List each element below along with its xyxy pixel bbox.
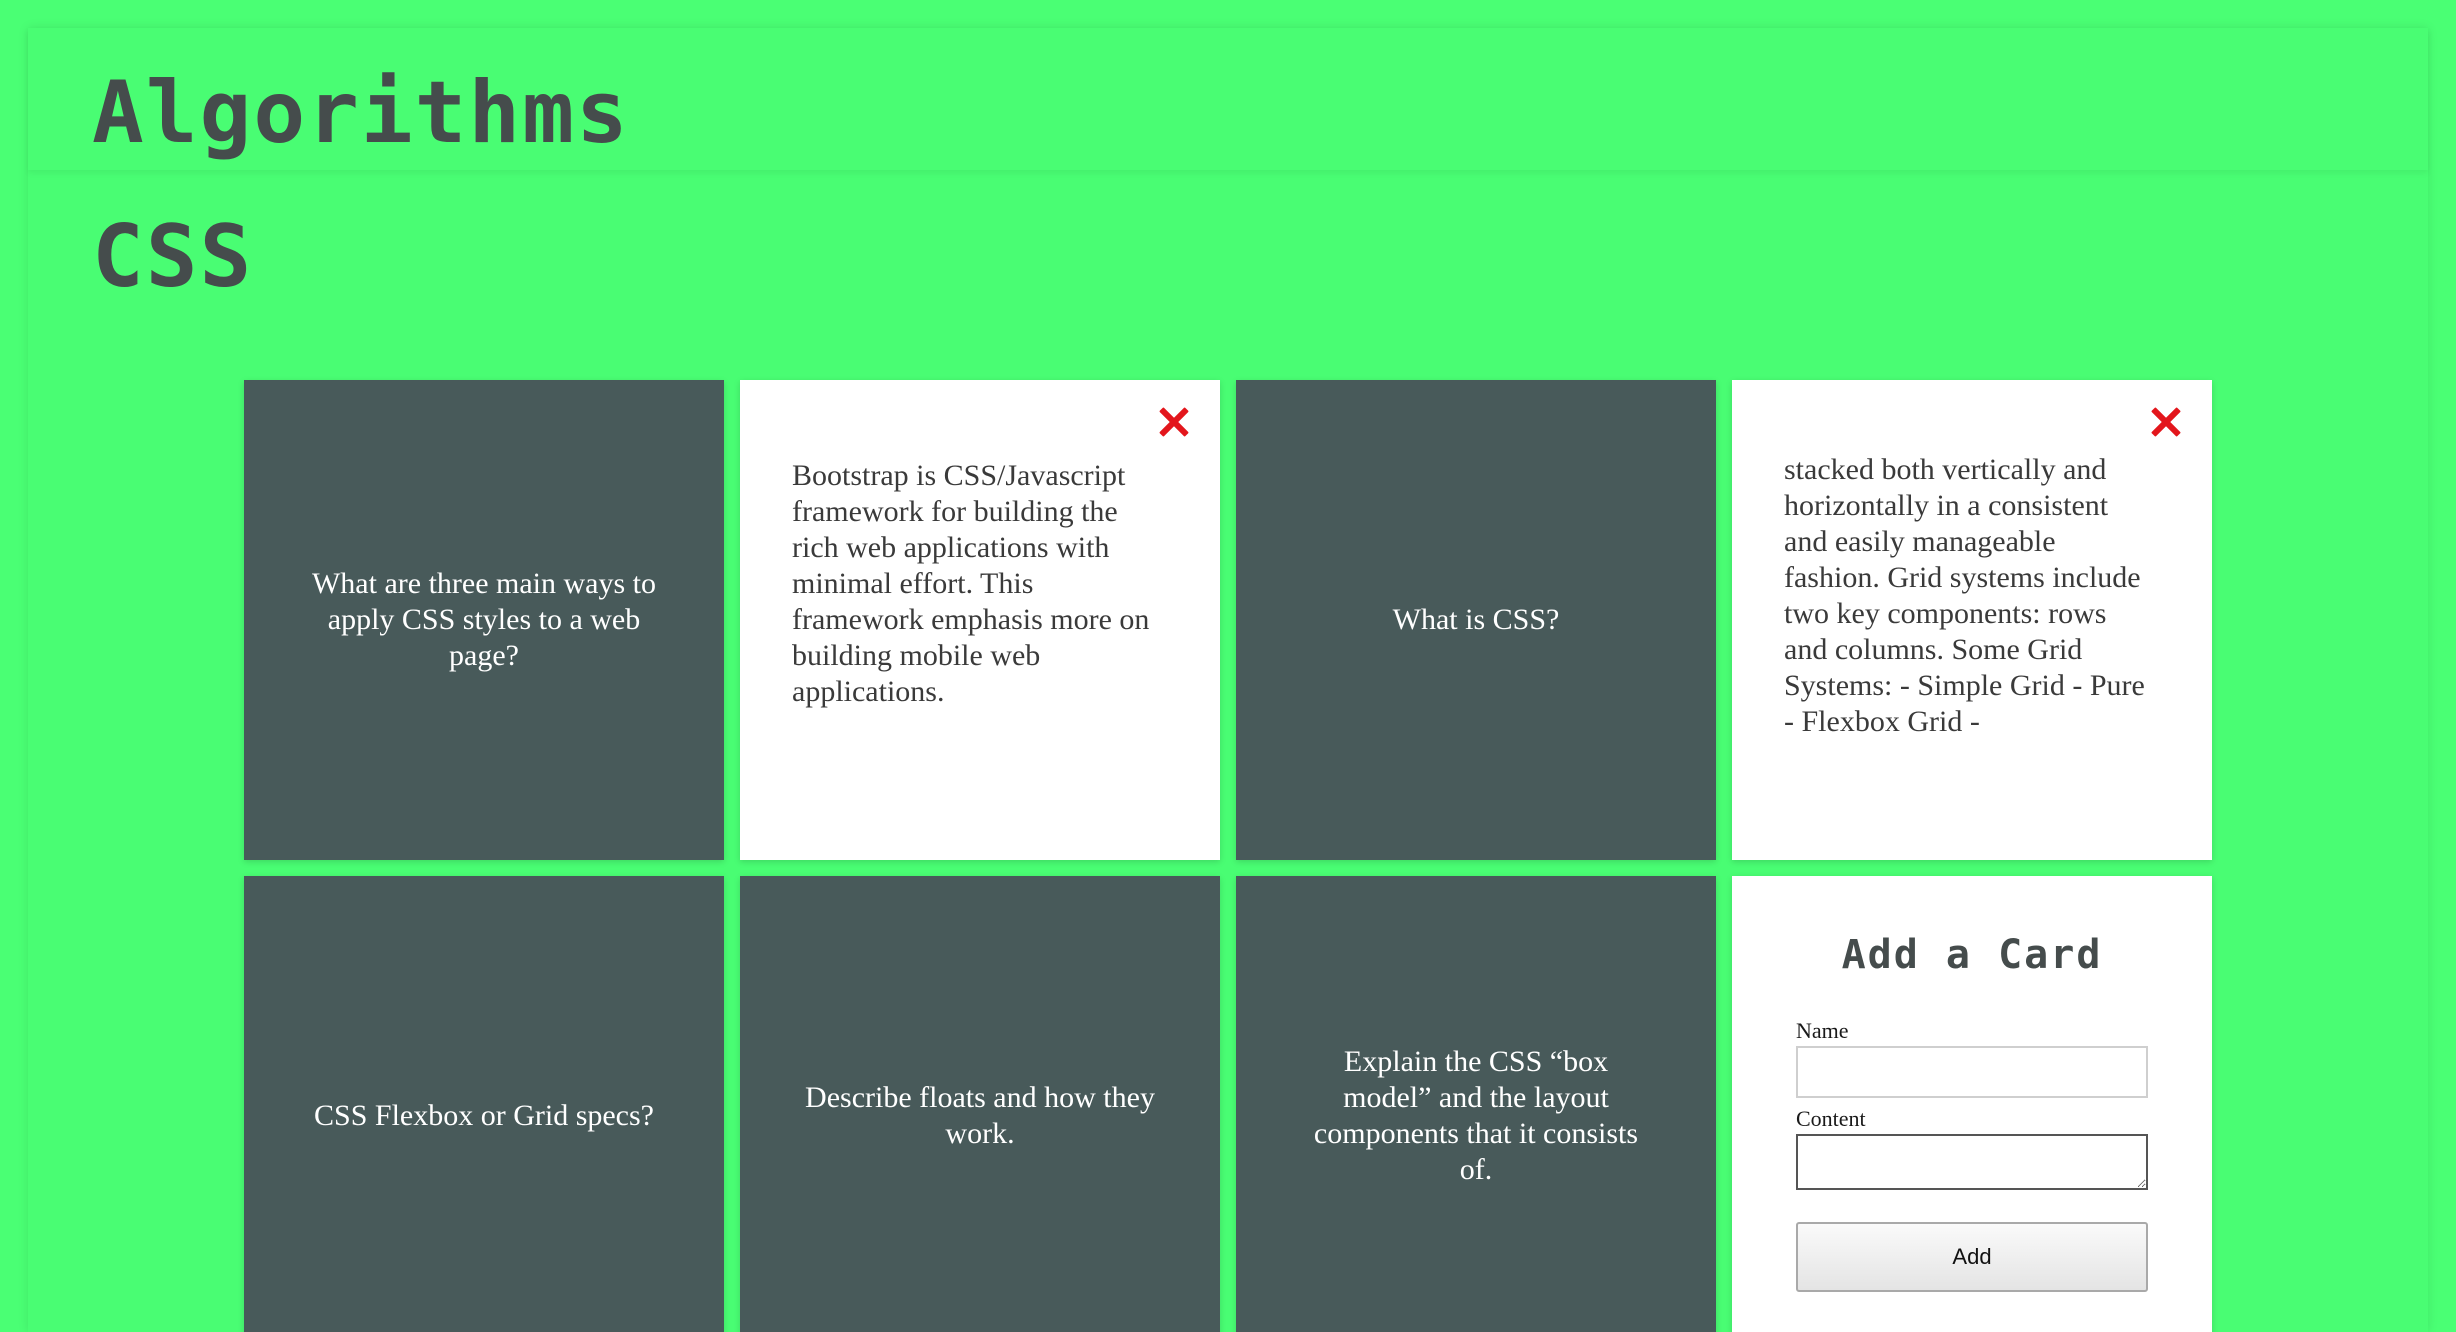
- flashcard[interactable]: Describe floats and how they work.: [740, 876, 1220, 1332]
- flashcard[interactable]: CSS Flexbox or Grid specs?: [244, 876, 724, 1332]
- flashcard[interactable]: Explain the CSS “box model” and the layo…: [1236, 876, 1716, 1332]
- card-question: What is CSS?: [1392, 603, 1560, 636]
- name-label: Name: [1796, 1018, 1849, 1043]
- add-button[interactable]: Add: [1796, 1222, 2148, 1292]
- site-title: Algorithms: [92, 63, 630, 163]
- card-question: What are three main ways to apply CSS st…: [311, 567, 657, 672]
- card-answer: Bootstrap is CSS/Javascript framework fo…: [792, 459, 1150, 708]
- add-card-title: Add a Card: [1841, 932, 2103, 978]
- close-icon[interactable]: [2146, 402, 2186, 442]
- flashcard[interactable]: Bootstrap is CSS/Javascript framework fo…: [740, 380, 1220, 860]
- flashcard[interactable]: stacked both vertically and horizontally…: [1732, 380, 2212, 860]
- card-question: Describe floats and how they work.: [805, 1081, 1155, 1150]
- close-icon[interactable]: [1154, 402, 1194, 442]
- content-textarea[interactable]: [1796, 1134, 2148, 1190]
- name-input[interactable]: [1796, 1046, 2148, 1098]
- card-question: CSS Flexbox or Grid specs?: [314, 1099, 654, 1132]
- page: Algorithms CSS What are three main ways …: [0, 0, 2456, 1332]
- card-question: Explain the CSS “box model” and the layo…: [1313, 1045, 1639, 1186]
- add-card-form: Add a Card Name Content Add: [1732, 876, 2212, 1332]
- flashcard[interactable]: What is CSS?: [1236, 380, 1716, 860]
- section-title: CSS: [92, 207, 254, 307]
- flashcard[interactable]: What are three main ways to apply CSS st…: [244, 380, 724, 860]
- content-label: Content: [1796, 1106, 1866, 1131]
- card-answer: stacked both vertically and horizontally…: [1784, 453, 2145, 738]
